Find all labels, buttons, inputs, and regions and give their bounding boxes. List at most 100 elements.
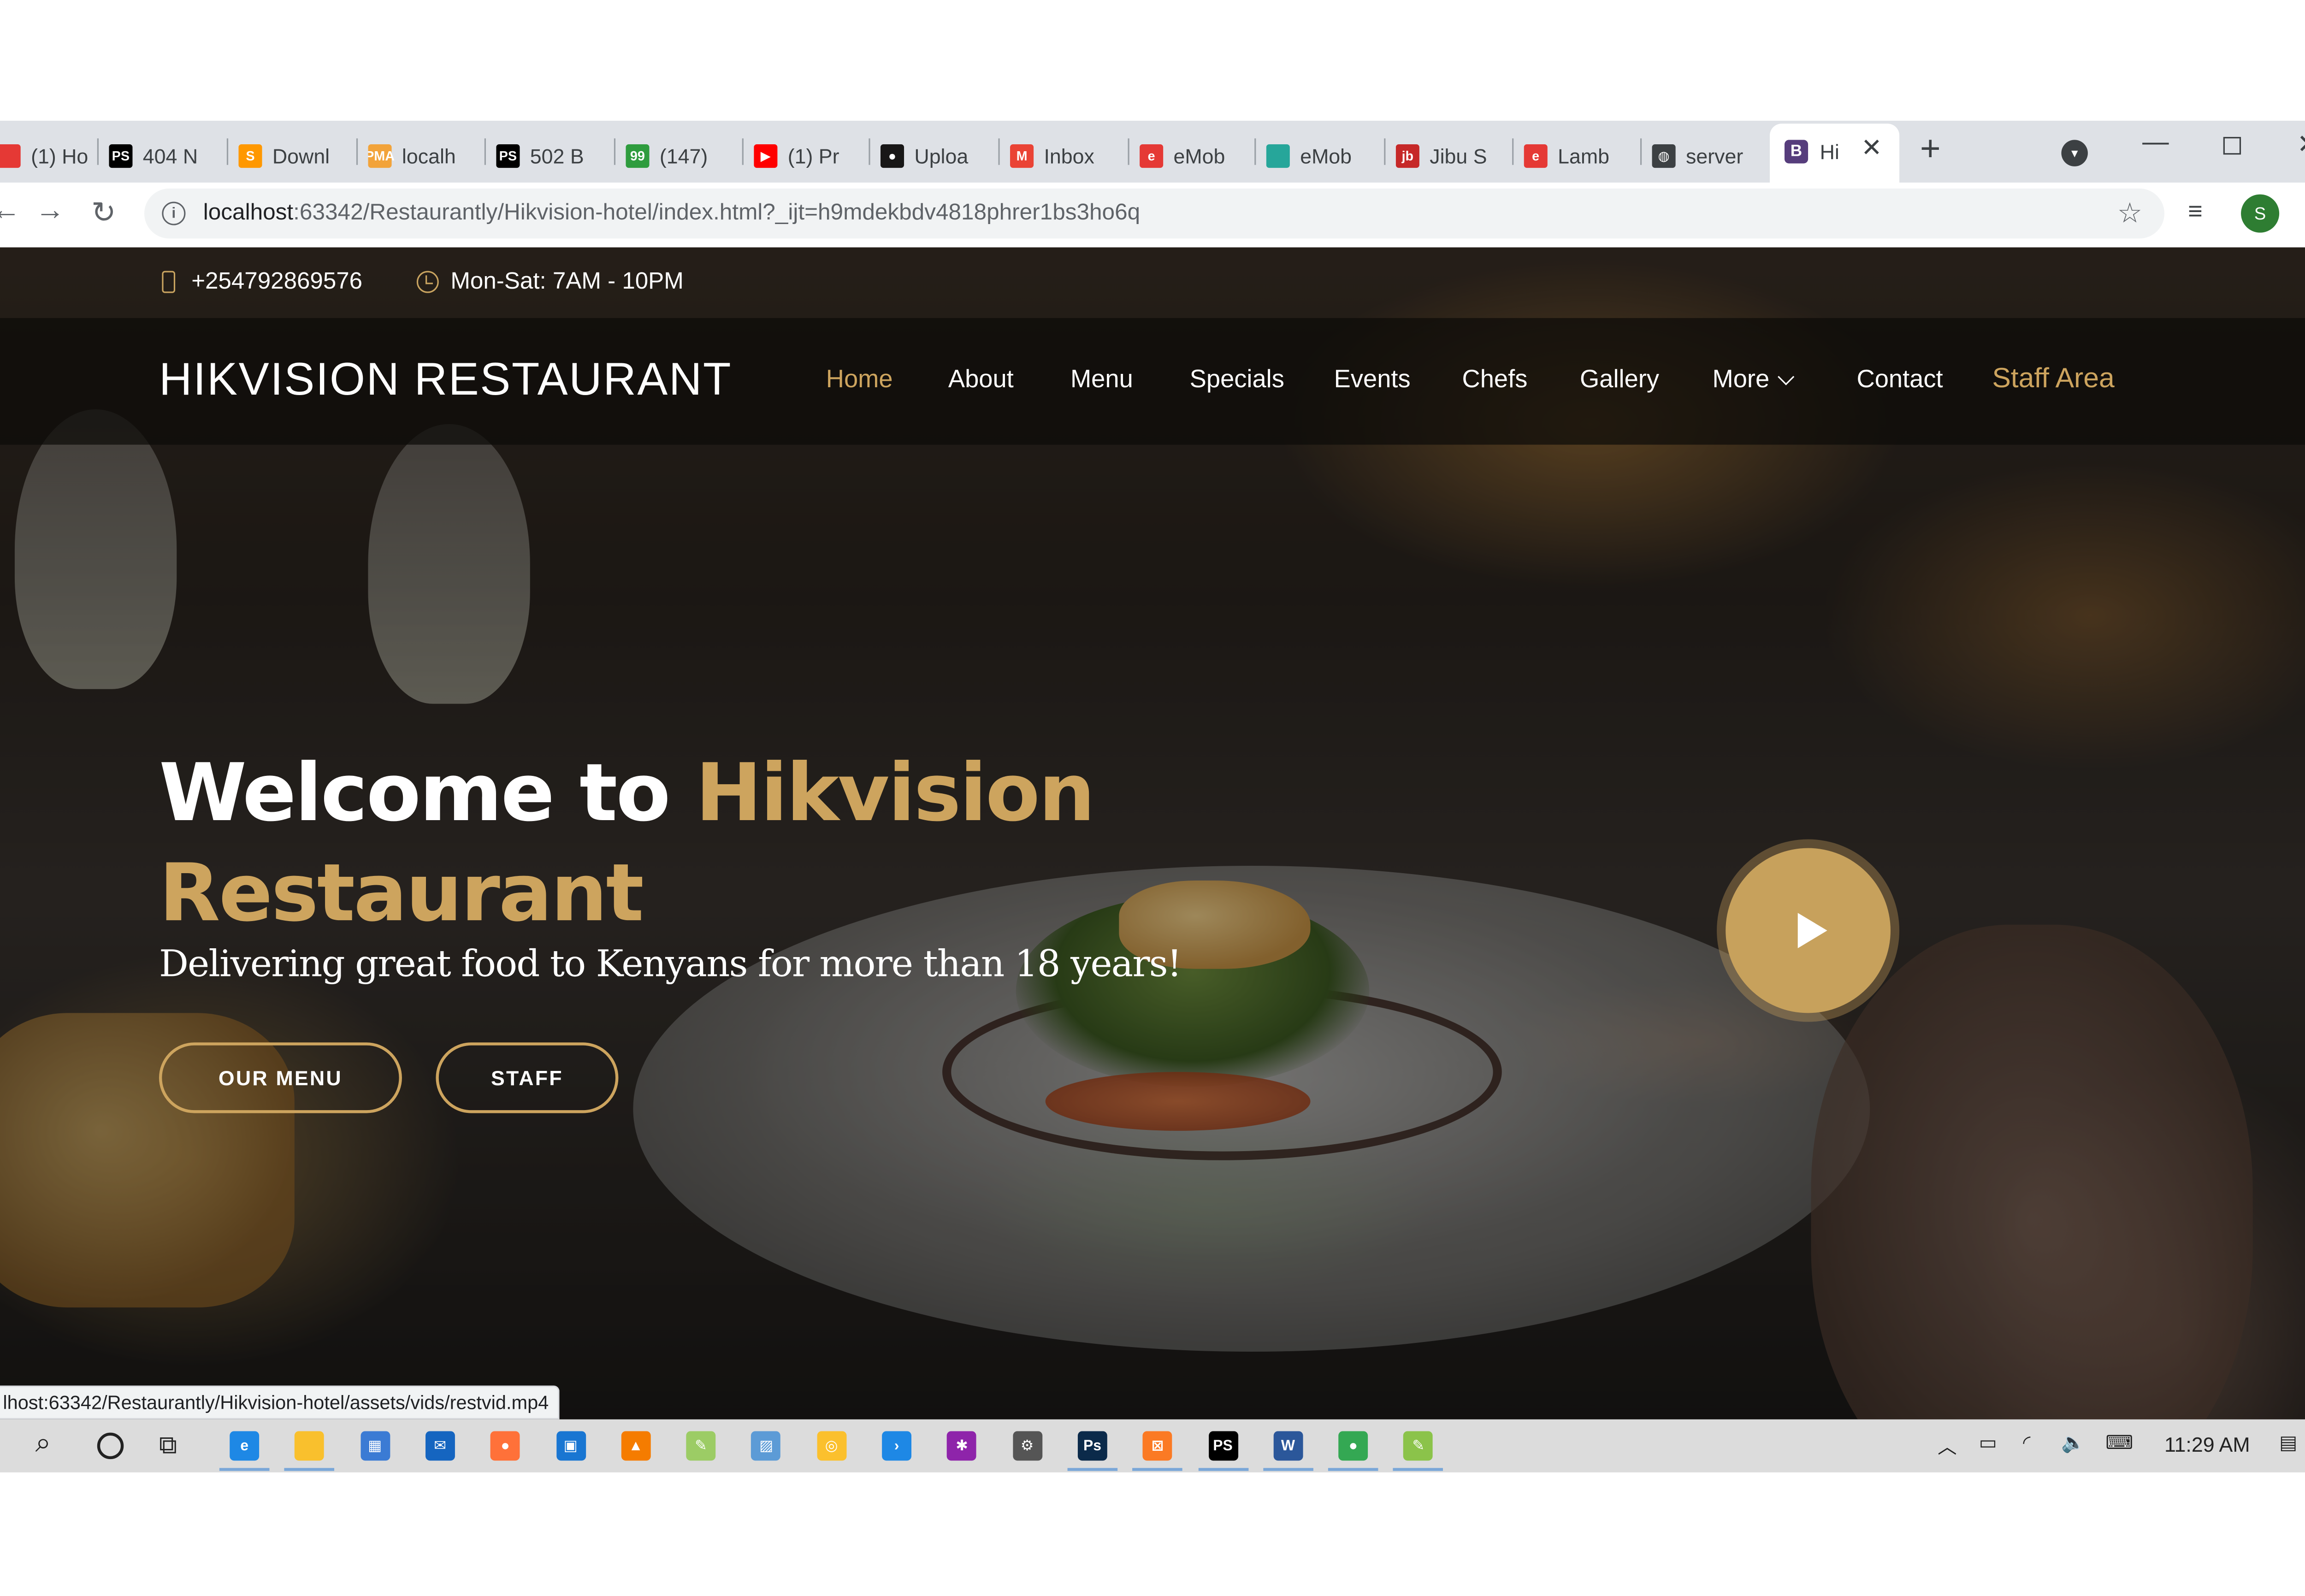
browser-tab[interactable]: PMA localh (368, 138, 474, 174)
tab-separator (1640, 138, 1642, 165)
mail-icon[interactable]: ✉ (425, 1431, 455, 1461)
youtube-icon: ▶ (754, 144, 778, 168)
browser-tab[interactable]: eMob (1266, 138, 1372, 174)
battery-icon[interactable]: ▭ (1979, 1431, 1997, 1454)
browser-tab[interactable]: ▶ (1) Pr (754, 138, 860, 174)
reload-icon[interactable]: ↻ (91, 195, 116, 231)
running-indicator (1328, 1468, 1378, 1471)
red-app-icon (0, 144, 21, 168)
nav-home[interactable]: Home (826, 365, 893, 395)
browser-tab-title: Lamb (1558, 144, 1610, 168)
pinwheel-icon[interactable]: ✱ (947, 1431, 977, 1461)
word-icon[interactable]: W (1273, 1431, 1303, 1461)
site-info-icon[interactable]: i (162, 201, 186, 225)
clock-icon (416, 271, 439, 293)
browser-tab-title: (1) Pr (787, 144, 839, 168)
running-indicator (1132, 1468, 1183, 1471)
browser-tab-title: Jibu S (1430, 144, 1487, 168)
tab-separator (1512, 138, 1514, 165)
volume-icon[interactable]: 🔈 (2061, 1431, 2085, 1454)
nav-about[interactable]: About (948, 365, 1014, 395)
new-tab-button[interactable]: + (1920, 130, 1941, 171)
vlc-icon[interactable]: ▲ (621, 1431, 651, 1461)
hero-subtitle: Delivering great food to Kenyans for mor… (159, 942, 1182, 985)
tab-separator (484, 138, 486, 165)
browser-tab[interactable]: M Inbox (1010, 138, 1116, 174)
back-arrow-icon[interactable]: ← (0, 195, 21, 228)
browser-tab[interactable]: jb Jibu S (1395, 138, 1502, 174)
browser-tab-title: eMob (1300, 144, 1352, 168)
browser-tab[interactable]: ◍ server (1652, 138, 1758, 174)
xampp-icon[interactable]: ⊠ (1143, 1431, 1172, 1461)
forward-arrow-icon[interactable]: → (35, 195, 65, 228)
wifi-icon[interactable]: ◜ (2023, 1431, 2030, 1454)
browser-tab-title: 404 N (142, 144, 198, 168)
browser-tab[interactable]: S Downl (238, 138, 344, 174)
play-video-button[interactable] (1726, 848, 1891, 1013)
nav-gallery[interactable]: Gallery (1580, 365, 1659, 395)
nav-specials[interactable]: Specials (1190, 365, 1284, 395)
screen: B Hi ✕ + ▾ — ✕ ← → ↻ i localhost:63342/R… (0, 0, 2305, 1596)
remote-desktop-icon[interactable]: ▣ (556, 1431, 585, 1461)
tab-search-icon[interactable]: ▾ (2061, 140, 2088, 166)
browser-tab[interactable]: ● Uploa (880, 138, 987, 174)
search-icon[interactable]: ⌕ (35, 1428, 51, 1460)
minimize-icon[interactable]: — (2142, 127, 2169, 158)
notepad-icon[interactable]: ✎ (686, 1431, 716, 1461)
tab-separator (1384, 138, 1386, 165)
hero-title-white: Welcome to (159, 746, 696, 839)
site-logo[interactable]: HIKVISION RESTAURANT (159, 354, 732, 407)
store-icon[interactable]: ▦ (360, 1431, 390, 1461)
teal-app-icon (1266, 144, 1290, 168)
url-text[interactable]: localhost:63342/Restaurantly/Hikvision-h… (203, 200, 1140, 226)
our-menu-button[interactable]: OUR MENU (159, 1042, 402, 1113)
browser-tab-title: server (1685, 144, 1744, 168)
close-tab-icon[interactable]: ✕ (1861, 134, 1882, 164)
browser-tab-title: 502 B (530, 144, 584, 168)
staff-area-link[interactable]: Staff Area (1992, 364, 2114, 396)
photos-icon[interactable]: ▨ (751, 1431, 781, 1461)
browser-tab[interactable]: PS 502 B (496, 138, 602, 174)
keyboard-icon[interactable]: ⌨ (2105, 1431, 2133, 1454)
window-close-icon[interactable]: ✕ (2297, 130, 2305, 160)
phpstorm-icon[interactable]: PS (1208, 1431, 1238, 1461)
notepadpp-icon[interactable]: ✎ (1404, 1431, 1433, 1461)
nav-events[interactable]: Events (1334, 365, 1411, 395)
browser-tab-title: (147) (659, 144, 708, 168)
tab-separator (998, 138, 1000, 165)
restore-icon[interactable] (2223, 137, 2241, 155)
browser-tab[interactable]: e eMob (1140, 138, 1246, 174)
browser-tab[interactable]: PS 404 N (109, 138, 215, 174)
taskbar-clock[interactable]: 11:29 AM (2164, 1433, 2250, 1456)
media-control-icon[interactable]: ≡ (2188, 197, 2203, 227)
running-indicator (284, 1468, 335, 1471)
task-view-icon[interactable]: ⧉ (159, 1431, 177, 1460)
bookmark-star-icon[interactable]: ☆ (2117, 197, 2142, 231)
phone-icon (162, 271, 176, 293)
firefox-icon[interactable]: ● (491, 1431, 520, 1461)
nav-more-dropdown[interactable]: More (1712, 365, 1794, 395)
settings-icon[interactable]: ⚙ (1012, 1431, 1042, 1461)
nav-menu[interactable]: Menu (1070, 365, 1133, 395)
app-circle-icon[interactable]: ◎ (816, 1431, 846, 1461)
tray-chevron-icon[interactable]: ︿ (1938, 1431, 1957, 1459)
notifications-icon[interactable]: ▤ (2279, 1431, 2297, 1454)
powershell-icon[interactable]: › (882, 1431, 912, 1461)
browser-tab[interactable]: e Lamb (1524, 138, 1630, 174)
link-status-bar: lhost:63342/Restaurantly/Hikvision-hotel… (0, 1385, 559, 1419)
photoshop-icon[interactable]: Ps (1077, 1431, 1107, 1461)
active-tab[interactable]: B Hi ✕ (1770, 124, 1900, 183)
nav-contact[interactable]: Contact (1856, 365, 1943, 395)
browser-tab[interactable]: 99 (147) (626, 138, 732, 174)
cortana-icon[interactable] (97, 1432, 124, 1460)
browser-tab[interactable]: (1) Ho (0, 138, 103, 174)
running-indicator (1393, 1468, 1444, 1471)
bootstrap-icon: B (1784, 140, 1809, 164)
staff-button[interactable]: STAFF (436, 1042, 619, 1113)
file-explorer-icon[interactable] (295, 1431, 325, 1461)
edge-icon[interactable]: e (230, 1431, 260, 1461)
browser-tab-title: eMob (1173, 144, 1225, 168)
nav-chefs[interactable]: Chefs (1462, 365, 1528, 395)
chrome-icon[interactable]: ● (1338, 1431, 1368, 1461)
profile-avatar[interactable]: S (2241, 194, 2280, 233)
